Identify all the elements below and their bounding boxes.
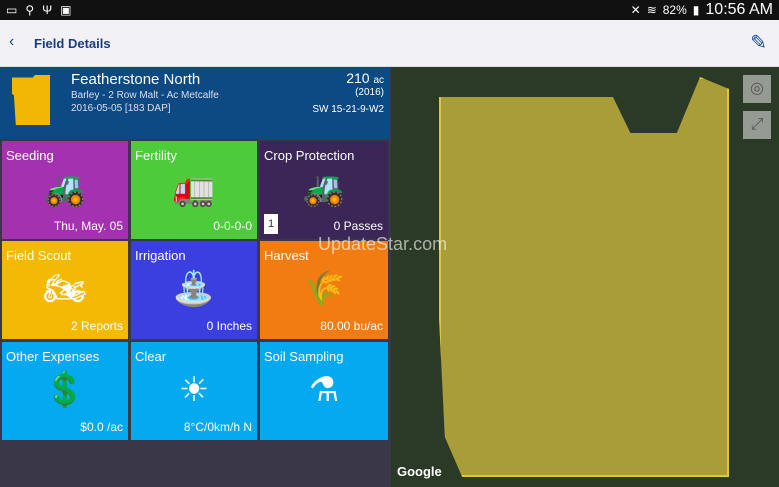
field-date: 2016-05-05 [183 DAP] (71, 103, 171, 114)
seeder-icon: 🚜 (43, 170, 87, 208)
acres-value: 210 (346, 70, 370, 86)
tile-harvest[interactable]: Harvest 🌾 80.00 bu/ac (260, 241, 388, 339)
battery-icon: ▮ (692, 3, 700, 17)
tile-value: 8°C/0km/h N (183, 420, 252, 434)
tile-title: Other Expenses (6, 349, 100, 364)
tile-title: Field Scout (6, 248, 72, 263)
field-map[interactable]: ◎ ⤢ Google (391, 67, 779, 487)
page-title: Field Details (34, 36, 111, 51)
flask-plant-icon: ⚗ (308, 371, 340, 409)
acres-unit: ac (373, 75, 384, 86)
pass-count-badge: 1 (264, 214, 278, 234)
tile-seeding[interactable]: Seeding 🚜 Thu, May. 05 (2, 141, 128, 239)
fertilizer-cart-icon: 🚛 (172, 170, 216, 208)
tile-title: Harvest (264, 248, 309, 263)
combine-icon: 🌾 (302, 270, 346, 308)
edit-pencil-icon[interactable]: ✎ (750, 30, 767, 55)
wifi-icon: ≋ (646, 3, 657, 17)
tile-value: 2 Reports (70, 319, 123, 333)
tile-value: 0-0-0-0 (213, 219, 252, 233)
fullscreen-icon[interactable]: ⤢ (743, 111, 771, 139)
location-icon: ⚲ (25, 3, 35, 17)
atv-icon: 🏍 (43, 270, 87, 308)
tile-clear[interactable]: Clear ☀ 8°C/0km/h N (131, 342, 257, 440)
tile-title: Soil Sampling (264, 349, 344, 364)
tile-title: Fertility (135, 148, 177, 163)
tile-fertility[interactable]: Fertility 🚛 0-0-0-0 (131, 141, 257, 239)
google-attribution: Google (397, 464, 442, 479)
image-icon: ▣ (60, 3, 72, 17)
field-acres: 210 ac (346, 70, 384, 86)
field-header: Featherstone North Barley - 2 Row Malt -… (0, 67, 390, 139)
tile-other-expenses[interactable]: Other Expenses 💲 $0.0 /ac (2, 342, 128, 440)
tile-crop-protection[interactable]: Crop Protection 🚜 0 Passes 1 (260, 141, 388, 239)
field-crop: Barley - 2 Row Malt - Ac Metcalfe (71, 90, 219, 101)
tile-value: Thu, May. 05 (53, 219, 123, 233)
tile-title: Seeding (6, 148, 54, 163)
battery-text: 82% (662, 3, 687, 17)
clock: 10:56 AM (705, 1, 773, 18)
tile-value: 0 Passes (333, 219, 383, 233)
money-plant-icon: 💲 (43, 371, 87, 409)
field-boundary-overlay (439, 77, 729, 477)
field-legal-location: SW 15-21-9-W2 (312, 104, 384, 115)
tile-value: 0 Inches (206, 319, 252, 333)
tile-field-scout[interactable]: Field Scout 🏍 2 Reports (2, 241, 128, 339)
usb-icon: Ψ (42, 3, 53, 17)
status-bar: ▭ ⚲ Ψ ▣ ✕ ≋ 82% ▮ 10:56 AM (0, 0, 779, 20)
watermark: UpdateStar.com (318, 234, 448, 254)
tile-title: Irrigation (135, 248, 186, 263)
field-shape-icon (12, 75, 50, 125)
tile-title: Clear (135, 349, 167, 364)
tile-irrigation[interactable]: Irrigation ⛲ 0 Inches (131, 241, 257, 339)
tile-soil-sampling[interactable]: Soil Sampling ⚗ (260, 342, 388, 440)
field-name: Featherstone North (71, 71, 201, 88)
sun-icon: ☀ (178, 371, 210, 409)
cast-icon: ▭ (6, 3, 18, 17)
tile-title: Crop Protection (264, 148, 355, 163)
back-icon[interactable]: ‹ (9, 33, 14, 51)
tile-value: $0.0 /ac (80, 420, 123, 434)
irrigation-pivot-icon: ⛲ (172, 270, 216, 308)
mute-icon: ✕ (630, 3, 641, 17)
tile-value: 80.00 bu/ac (320, 319, 383, 333)
app-bar: ‹ Field Details ✎ (0, 20, 779, 67)
field-year: (2016) (355, 87, 384, 98)
locate-icon[interactable]: ◎ (743, 75, 771, 103)
sprayer-icon: 🚜 (302, 170, 346, 208)
